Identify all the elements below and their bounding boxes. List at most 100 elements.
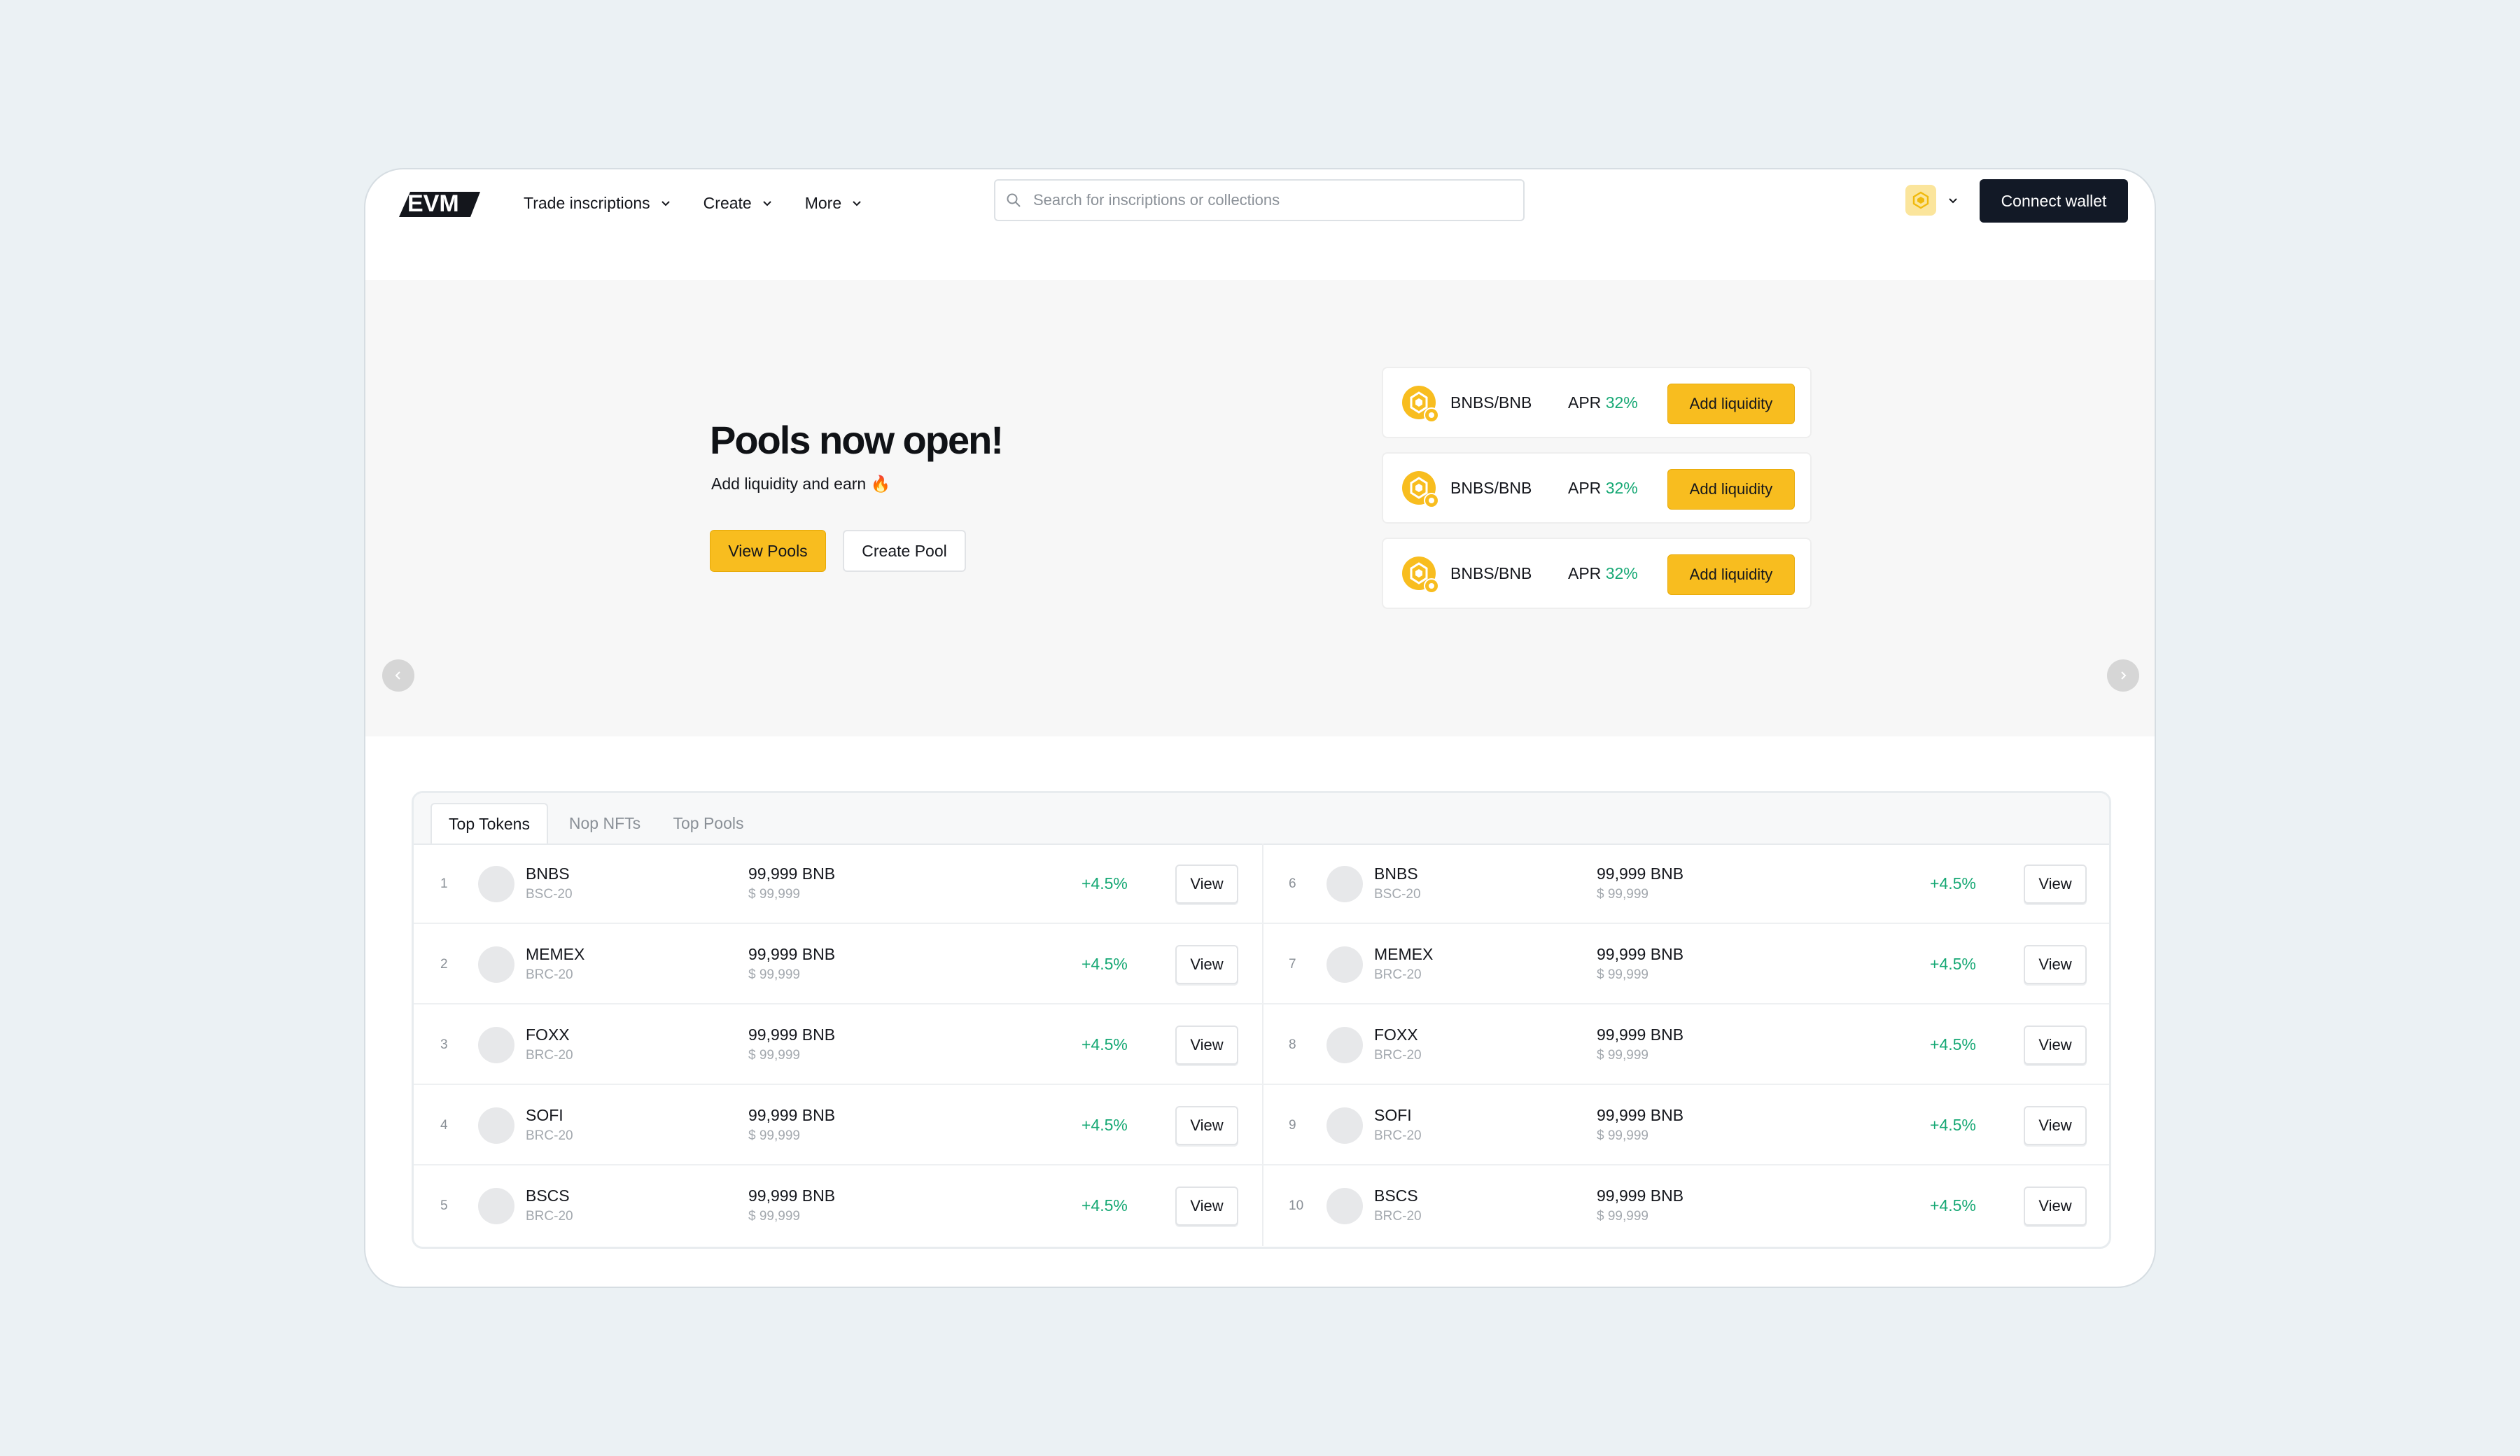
nav-more-label: More bbox=[804, 193, 842, 212]
pool-apr: APR 32% bbox=[1568, 564, 1638, 583]
apr-label: APR bbox=[1568, 479, 1602, 497]
token-rank: 3 bbox=[440, 1037, 448, 1052]
token-list-left: 1 BNBS BSC-20 99,999 BNB $ 99,999 +4.5% View 2 M… bbox=[414, 844, 1264, 1246]
search-box[interactable] bbox=[994, 179, 1525, 221]
view-pools-button[interactable]: View Pools bbox=[710, 530, 826, 572]
token-list-right: 6 BNBS BSC-20 99,999 BNB $ 99,999 +4.5% View 7 M… bbox=[1262, 844, 2109, 1246]
pool-apr: APR 32% bbox=[1568, 393, 1638, 412]
token-usd-value: $ 99,999 bbox=[748, 967, 800, 982]
nav-more[interactable]: More bbox=[805, 194, 864, 213]
chevron-left-icon bbox=[395, 671, 400, 680]
token-change: +4.5% bbox=[1930, 874, 1976, 892]
token-name: MEMEX bbox=[1374, 945, 1434, 963]
token-usd-value: $ 99,999 bbox=[1597, 887, 1648, 902]
token-usd-value: $ 99,999 bbox=[1597, 1128, 1648, 1143]
token-price: 99,999 BNB bbox=[1597, 945, 1684, 963]
token-name: BSCS bbox=[526, 1186, 570, 1205]
view-button[interactable]: View bbox=[1175, 1026, 1238, 1065]
token-avatar bbox=[478, 866, 514, 902]
view-button[interactable]: View bbox=[1175, 1106, 1238, 1145]
token-price: 99,999 BNB bbox=[748, 945, 836, 963]
token-price: 99,999 BNB bbox=[1597, 864, 1684, 883]
hero-title: Pools now open! bbox=[710, 418, 1004, 462]
add-liquidity-button[interactable]: Add liquidity bbox=[1667, 554, 1795, 595]
tab-nop-nfts[interactable]: Nop NFTs bbox=[559, 803, 650, 844]
token-change: +4.5% bbox=[1082, 1196, 1128, 1214]
token-avatar bbox=[478, 1188, 514, 1224]
token-price: 99,999 BNB bbox=[1597, 1026, 1684, 1044]
token-usd-value: $ 99,999 bbox=[748, 1048, 800, 1063]
view-button[interactable]: View bbox=[1175, 864, 1238, 904]
view-button[interactable]: View bbox=[2024, 945, 2087, 984]
table-row[interactable]: 9 SOFI BRC-20 99,999 BNB $ 99,999 +4.5% View bbox=[1262, 1085, 2109, 1166]
token-change: +4.5% bbox=[1930, 1196, 1976, 1214]
carousel-next-button[interactable] bbox=[2107, 659, 2139, 692]
add-liquidity-button[interactable]: Add liquidity bbox=[1667, 469, 1795, 510]
apr-label: APR bbox=[1568, 393, 1602, 412]
token-rank: 10 bbox=[1289, 1198, 1304, 1213]
table-row[interactable]: 1 BNBS BSC-20 99,999 BNB $ 99,999 +4.5% View bbox=[414, 844, 1262, 924]
chevron-down-icon bbox=[763, 201, 771, 206]
view-button[interactable]: View bbox=[2024, 864, 2087, 904]
add-liquidity-button[interactable]: Add liquidity bbox=[1667, 384, 1795, 424]
tab-top-tokens[interactable]: Top Tokens bbox=[430, 803, 548, 844]
token-usd-value: $ 99,999 bbox=[748, 887, 800, 902]
nav-create[interactable]: Create bbox=[704, 194, 774, 213]
token-standard: BRC-20 bbox=[1374, 1048, 1422, 1063]
view-button[interactable]: View bbox=[2024, 1186, 2087, 1226]
pool-card: BNBS/BNB APR 32% Add liquidity bbox=[1382, 452, 1812, 524]
token-name: FOXX bbox=[1374, 1026, 1418, 1044]
connect-wallet-button[interactable]: Connect wallet bbox=[1980, 179, 2128, 223]
nav-trade-inscriptions-label: Trade inscriptions bbox=[524, 193, 650, 212]
token-rank: 6 bbox=[1289, 876, 1296, 891]
table-row[interactable]: 5 BSCS BRC-20 99,999 BNB $ 99,999 +4.5% View bbox=[414, 1166, 1262, 1246]
table-row[interactable]: 7 MEMEX BRC-20 99,999 BNB $ 99,999 +4.5% View bbox=[1262, 924, 2109, 1004]
hero-carousel: Pools now open! Add liquidity and earn 🔥… bbox=[365, 280, 2155, 815]
search-input[interactable] bbox=[1032, 190, 1523, 210]
table-row[interactable]: 6 BNBS BSC-20 99,999 BNB $ 99,999 +4.5% View bbox=[1262, 844, 2109, 924]
token-avatar bbox=[1326, 1107, 1363, 1144]
view-button[interactable]: View bbox=[1175, 945, 1238, 984]
table-row[interactable]: 4 SOFI BRC-20 99,999 BNB $ 99,999 +4.5% View bbox=[414, 1085, 1262, 1166]
token-change: +4.5% bbox=[1082, 955, 1128, 973]
view-button[interactable]: View bbox=[1175, 1186, 1238, 1226]
view-button[interactable]: View bbox=[2024, 1026, 2087, 1065]
token-standard: BRC-20 bbox=[526, 1128, 573, 1143]
token-rank: 7 bbox=[1289, 957, 1296, 972]
token-rank: 4 bbox=[440, 1118, 448, 1133]
token-price: 99,999 BNB bbox=[748, 1186, 836, 1205]
table-row[interactable]: 3 FOXX BRC-20 99,999 BNB $ 99,999 +4.5% View bbox=[414, 1004, 1262, 1085]
create-pool-button[interactable]: Create Pool bbox=[843, 530, 966, 572]
table-tabs: Top Tokens Nop NFTs Top Pools bbox=[414, 793, 2109, 845]
chevron-right-icon bbox=[2121, 671, 2127, 680]
pool-card: BNBS/BNB APR 32% Add liquidity bbox=[1382, 538, 1812, 609]
apr-value: 32% bbox=[1605, 393, 1638, 412]
tab-top-pools[interactable]: Top Pools bbox=[663, 803, 754, 844]
token-name: SOFI bbox=[526, 1106, 564, 1124]
chevron-down-icon bbox=[853, 201, 861, 206]
token-rank: 9 bbox=[1289, 1118, 1296, 1133]
table-row[interactable]: 10 BSCS BRC-20 99,999 BNB $ 99,999 +4.5% View bbox=[1262, 1166, 2109, 1246]
view-button[interactable]: View bbox=[2024, 1106, 2087, 1145]
token-standard: BSC-20 bbox=[526, 887, 573, 902]
token-name: FOXX bbox=[526, 1026, 570, 1044]
token-name: BNBS bbox=[526, 864, 570, 883]
table-row[interactable]: 8 FOXX BRC-20 99,999 BNB $ 99,999 +4.5% View bbox=[1262, 1004, 2109, 1085]
token-rank: 8 bbox=[1289, 1037, 1296, 1052]
evm-logo[interactable]: EVM bbox=[392, 182, 483, 224]
table-row[interactable]: 2 MEMEX BRC-20 99,999 BNB $ 99,999 +4.5% View bbox=[414, 924, 1262, 1004]
token-standard: BRC-20 bbox=[1374, 1128, 1422, 1143]
token-usd-value: $ 99,999 bbox=[1597, 1048, 1648, 1063]
token-standard: BRC-20 bbox=[1374, 1209, 1422, 1224]
carousel-prev-button[interactable] bbox=[382, 659, 414, 692]
token-usd-value: $ 99,999 bbox=[748, 1128, 800, 1143]
logo-text: EVM bbox=[407, 190, 459, 217]
token-usd-value: $ 99,999 bbox=[1597, 1209, 1648, 1224]
chain-selector[interactable] bbox=[1905, 185, 1960, 216]
search-icon bbox=[1007, 193, 1021, 207]
bnb-chain-icon bbox=[1905, 185, 1936, 216]
chevron-down-icon bbox=[661, 201, 670, 206]
nav-trade-inscriptions[interactable]: Trade inscriptions bbox=[524, 194, 673, 213]
rankings-table: Top Tokens Nop NFTs Top Pools 1 BNBS BSC-2… bbox=[412, 791, 2111, 1249]
nav-create-label: Create bbox=[703, 193, 752, 212]
